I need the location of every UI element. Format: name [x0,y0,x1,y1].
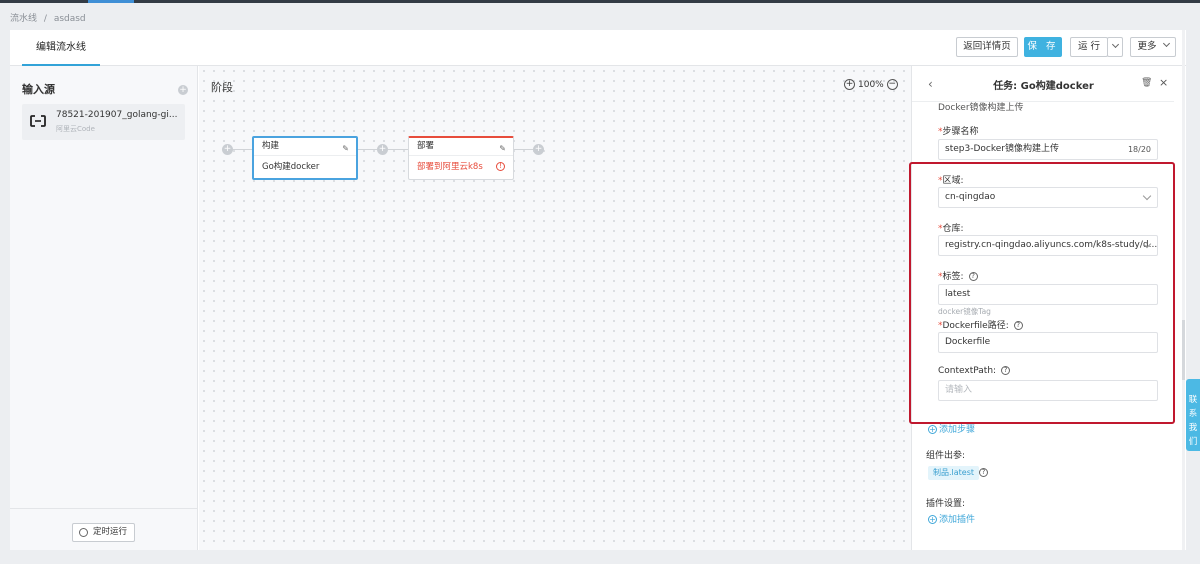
output-param-tag: 制品.latest [928,466,980,480]
trash-icon[interactable]: 🗑 [1141,78,1152,88]
more-button[interactable]: 更多 [1130,37,1176,57]
step-section-title: Docker镜像构建上传 [938,103,1024,113]
aliyun-logo-icon [30,115,46,127]
stage-title: 阶段 [211,81,233,94]
breadcrumb-current: asdasd [53,14,86,24]
contact-us-tab[interactable]: 联系我们 [1186,379,1200,451]
highlight-box [909,162,1175,424]
schedule-run-label: 定时运行 [92,527,127,537]
back-to-detail-button[interactable]: 返回详情页 [956,37,1018,57]
zoom-controls: +100% − [844,79,898,90]
close-icon[interactable]: × [1159,76,1168,89]
help-icon[interactable]: ? [979,468,988,477]
step-name-input[interactable]: step3-Docker镜像构建上传 18/20 [938,139,1158,160]
connector-line [514,149,533,150]
run-dropdown-button[interactable] [1107,37,1123,57]
pencil-icon[interactable]: ✎ [499,141,506,157]
warning-icon: ! [496,162,505,171]
stage-name: 部署 [417,141,435,151]
stage-header: 构建 ✎ [254,138,356,156]
connector-line [358,149,377,150]
breadcrumb: 流水线 / asdasd [10,11,90,24]
more-label: 更多 [1137,41,1157,52]
zoom-level: 100% [858,79,884,90]
task-panel-header: ‹ 任务: Go构建docker 🗑 × [912,66,1174,102]
stage-node-build[interactable]: 构建 ✎ Go构建docker [252,136,358,180]
stage-node-deploy[interactable]: 部署 ✎ 部署到阿里云k8s ! [408,136,514,180]
tab-edit-pipeline[interactable]: 编辑流水线 [22,30,100,66]
connector-line [388,149,408,150]
step-name-label: *步骤名称 [938,127,979,137]
stage-task-label: 部署到阿里云k8s [417,162,483,172]
add-stage-before-icon[interactable]: + [222,144,233,155]
input-source-panel: 输入源 + 78521-201907_golang-gi... 阿里云Code … [10,66,198,550]
add-stage-after-icon[interactable]: + [533,144,544,155]
top-bar [0,0,1200,3]
scrollbar[interactable] [1182,30,1185,550]
char-counter: 18/20 [1127,145,1151,154]
schedule-run-button[interactable]: 定时运行 [72,523,135,542]
stage-header: 部署 ✎ [409,138,513,156]
chevron-down-icon [1111,40,1119,49]
chevron-down-icon [1162,39,1170,48]
stage-name: 构建 [262,141,280,151]
zoom-out-icon[interactable]: − [886,79,898,90]
clock-icon [79,528,88,537]
top-bar-accent [88,0,134,3]
source-type: 阿里云Code [56,125,95,133]
breadcrumb-root[interactable]: 流水线 [10,14,37,24]
source-name: 78521-201907_golang-gi... [56,110,178,120]
save-button[interactable]: 保 存 [1024,37,1062,57]
zoom-in-icon[interactable]: + [844,79,855,90]
stage-task[interactable]: Go构建docker [254,156,356,178]
stage-task[interactable]: 部署到阿里云k8s ! [409,156,513,178]
source-item[interactable]: 78521-201907_golang-gi... 阿里云Code [22,104,185,140]
task-panel-title: 任务: Go构建docker [993,81,1094,92]
left-footer: 定时运行 [10,508,198,550]
plus-circle-icon: + [928,425,937,434]
add-plugin-link[interactable]: + 添加插件 [928,512,975,525]
plugin-settings-label: 插件设置: [926,499,966,509]
stage-canvas: 阶段 +100% − + 构建 ✎ Go构建docker + 部署 ✎ 部署到阿里… [199,66,911,550]
plus-circle-icon: + [928,515,937,524]
pencil-icon[interactable]: ✎ [342,141,349,157]
input-source-title: 输入源 [22,83,55,96]
run-button[interactable]: 运 行 [1070,37,1108,57]
output-params-label: 组件出参: [926,451,966,461]
add-source-icon[interactable]: + [178,85,188,95]
scrollbar-thumb[interactable] [1182,320,1185,380]
add-stage-between-icon[interactable]: + [377,144,388,155]
tab-bar: 编辑流水线 返回详情页 保 存 运 行 更多 [10,30,1186,66]
connector-line [233,149,252,150]
breadcrumb-separator: / [43,14,47,24]
